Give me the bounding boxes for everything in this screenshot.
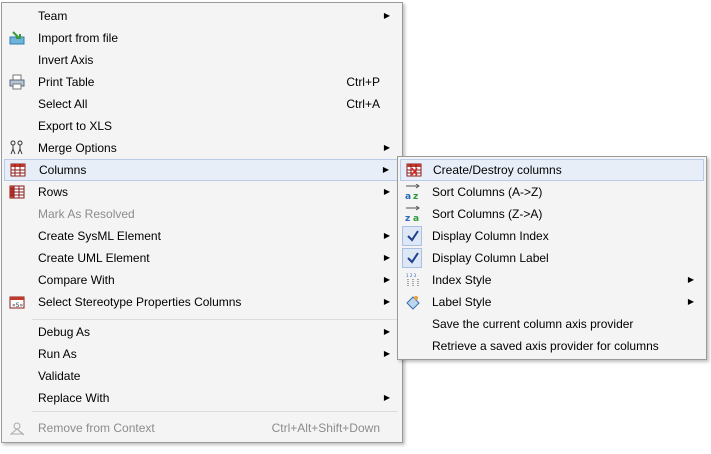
menu-item-validate[interactable]: Validate [4,365,400,387]
shortcut-text: Ctrl+Alt+Shift+Down [271,421,380,435]
table-rows-icon [9,184,25,200]
menu-item-label: Merge Options [38,141,117,155]
menu-item-label: Debug As [38,325,91,339]
submenu-item-save-axis-provider[interactable]: Save the current column axis provider [400,313,704,335]
context-menu: Team ▶ Import from file Invert Axis Prin… [1,2,403,443]
svg-text:z: z [413,192,418,200]
checkmark-icon [405,228,421,244]
submenu-item-label: Retrieve a saved axis provider for colum… [432,339,659,353]
menu-item-create-sysml-element[interactable]: Create SysML Element ▶ [4,225,400,247]
svg-text:a: a [405,192,411,200]
import-file-icon [9,30,25,46]
menu-item-label: Import from file [38,31,119,45]
submenu-item-label: Sort Columns (A->Z) [432,185,543,199]
menu-separator [32,319,398,320]
menu-item-import-from-file[interactable]: Import from file [4,27,400,49]
submenu-item-label: Index Style [432,273,492,287]
menu-item-label: Mark As Resolved [38,207,135,221]
menu-item-rows[interactable]: Rows ▶ [4,181,400,203]
menu-item-remove-from-context: Remove from Context Ctrl+Alt+Shift+Down [4,417,400,439]
submenu-item-label: Label Style [432,295,492,309]
submenu-item-label: Display Column Index [432,229,549,243]
checkmark-icon [405,250,421,266]
submenu-item-label: Display Column Label [432,251,549,265]
columns-submenu: Create/Destroy columns az Sort Columns (… [397,156,707,360]
svg-text:z: z [405,214,410,222]
svg-text:1 2 3: 1 2 3 [406,273,417,278]
remove-context-icon [9,420,25,436]
menu-item-label: Invert Axis [38,53,94,67]
submenu-item-label: Save the current column axis provider [432,317,634,331]
menu-item-label: Select Stereotype Properties Columns [38,295,242,309]
menu-item-label: Team [38,9,68,23]
shortcut-text: Ctrl+A [346,97,380,111]
menu-item-select-all[interactable]: Select All Ctrl+A [4,93,400,115]
submenu-item-sort-columns-a-z[interactable]: az Sort Columns (A->Z) [400,181,704,203]
menu-item-create-uml-element[interactable]: Create UML Element ▶ [4,247,400,269]
menu-item-merge-options[interactable]: Merge Options ▶ [4,137,400,159]
submenu-arrow-icon: ▶ [383,349,390,358]
submenu-arrow-icon: ▶ [383,187,390,196]
submenu-item-label: Sort Columns (Z->A) [432,207,543,221]
index-style-icon: 1 2 3 [405,272,421,288]
printer-icon [9,74,25,90]
submenu-arrow-icon: ▶ [383,143,390,152]
submenu-arrow-icon: ▶ [383,253,390,262]
menu-item-label: Columns [39,163,87,177]
menu-separator [32,411,398,412]
menu-item-team[interactable]: Team ▶ [4,5,400,27]
menu-item-select-stereotype-properties-columns[interactable]: «S» Select Stereotype Properties Columns… [4,291,400,313]
label-style-icon [405,294,421,310]
menu-item-label: Create SysML Element [38,229,161,243]
submenu-arrow-icon: ▶ [383,393,390,402]
submenu-arrow-icon: ▶ [383,11,390,20]
stereotype-table-icon: «S» [9,294,25,310]
menu-item-label: Export to XLS [38,119,113,133]
menu-item-label: Print Table [38,75,95,89]
menu-item-label: Remove from Context [38,421,155,435]
sort-az-icon: az [405,184,421,200]
submenu-arrow-icon: ▶ [383,275,390,284]
submenu-item-display-column-label[interactable]: Display Column Label [400,247,704,269]
menu-item-debug-as[interactable]: Debug As ▶ [4,321,400,343]
submenu-item-retrieve-axis-provider[interactable]: Retrieve a saved axis provider for colum… [400,335,704,357]
menu-item-replace-with[interactable]: Replace With ▶ [4,387,400,409]
svg-text:a: a [413,214,419,222]
create-destroy-columns-icon [406,162,422,178]
menu-item-label: Replace With [38,391,110,405]
sort-za-icon: za [405,206,421,222]
menu-item-label: Run As [38,347,77,361]
menu-item-mark-as-resolved: Mark As Resolved [4,203,400,225]
menu-item-export-to-xls[interactable]: Export to XLS [4,115,400,137]
submenu-item-display-column-index[interactable]: Display Column Index [400,225,704,247]
menu-item-print-table[interactable]: Print Table Ctrl+P [4,71,400,93]
submenu-arrow-icon: ▶ [382,165,389,174]
menu-item-label: Compare With [38,273,115,287]
menu-item-compare-with[interactable]: Compare With ▶ [4,269,400,291]
submenu-arrow-icon: ▶ [383,297,390,306]
menu-item-label: Validate [38,369,81,383]
merge-icon [9,140,25,156]
menu-item-label: Rows [38,185,69,199]
submenu-arrow-icon: ▶ [687,275,694,284]
submenu-item-index-style[interactable]: 1 2 3 Index Style ▶ [400,269,704,291]
menu-item-columns[interactable]: Columns ▶ [4,159,400,181]
submenu-item-label-style[interactable]: Label Style ▶ [400,291,704,313]
submenu-item-sort-columns-z-a[interactable]: za Sort Columns (Z->A) [400,203,704,225]
submenu-arrow-icon: ▶ [687,297,694,306]
shortcut-text: Ctrl+P [346,75,380,89]
table-columns-icon [10,162,26,178]
menu-item-label: Select All [38,97,88,111]
menu-item-label: Create UML Element [38,251,150,265]
submenu-arrow-icon: ▶ [383,231,390,240]
menu-item-invert-axis[interactable]: Invert Axis [4,49,400,71]
svg-text:«S»: «S» [12,302,23,309]
submenu-item-create-destroy-columns[interactable]: Create/Destroy columns [400,159,704,181]
submenu-arrow-icon: ▶ [383,327,390,336]
submenu-item-label: Create/Destroy columns [433,163,562,177]
menu-item-run-as[interactable]: Run As ▶ [4,343,400,365]
